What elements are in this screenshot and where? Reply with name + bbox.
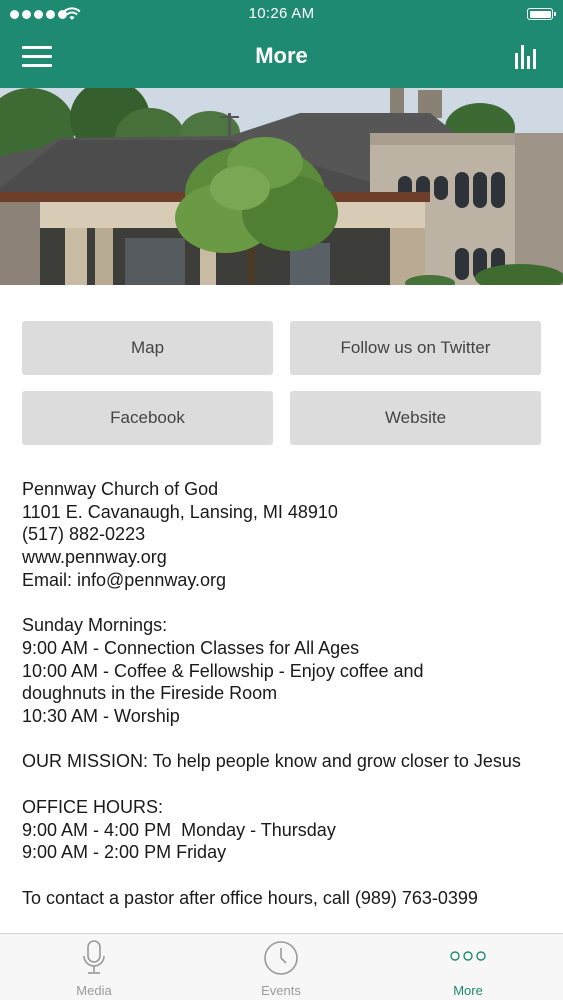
office-hours-heading: OFFICE HOURS: <box>22 796 164 817</box>
tab-events[interactable]: Events <box>211 934 351 1000</box>
office-hours-item: 9:00 AM - 4:00 PM Monday - Thursday <box>22 819 336 840</box>
tab-label: Media <box>76 983 112 998</box>
tab-label: More <box>453 983 483 998</box>
battery-icon <box>527 8 556 20</box>
facebook-button[interactable]: Facebook <box>22 391 273 445</box>
sunday-heading: Sunday Mornings: <box>22 615 168 636</box>
church-website: www.pennway.org <box>22 547 167 568</box>
app-header: 10:26 AM More <box>0 0 563 88</box>
page-title: More <box>255 43 308 68</box>
church-address: 1101 E. Cavanaugh, Lansing, MI 48910 <box>22 501 338 522</box>
church-building-photo <box>0 88 563 285</box>
map-button[interactable]: Map <box>22 321 273 375</box>
sunday-item: 9:00 AM - Connection Classes for All Age… <box>22 637 360 658</box>
office-hours-item: 9:00 AM - 2:00 PM Friday <box>22 842 227 863</box>
tab-media[interactable]: Media <box>24 934 164 1000</box>
status-bar: 10:26 AM <box>0 0 563 30</box>
bar-chart-icon[interactable] <box>513 43 541 71</box>
tab-label: Events <box>261 983 301 998</box>
sunday-item: 10:30 AM - Worship <box>22 706 180 727</box>
church-name: Pennway Church of God <box>22 479 219 499</box>
microphone-icon <box>83 940 105 974</box>
pastor-contact: To contact a pastor after office hours, … <box>22 887 478 908</box>
church-email: Email: info@pennway.org <box>22 569 227 590</box>
twitter-button[interactable]: Follow us on Twitter <box>290 321 541 375</box>
church-info: Pennway Church of God 1101 E. Cavanaugh,… <box>22 478 552 909</box>
more-dots-icon <box>450 951 486 961</box>
hamburger-menu-icon[interactable] <box>22 46 52 68</box>
tab-bar: Media Events More <box>0 933 563 1000</box>
status-time: 10:26 AM <box>248 5 315 22</box>
church-phone: (517) 882-0223 <box>22 524 146 545</box>
clock-icon <box>264 941 298 975</box>
sunday-item: 10:00 AM - Coffee & Fellowship - Enjoy c… <box>22 660 424 704</box>
tab-more[interactable]: More <box>398 934 538 1000</box>
website-button[interactable]: Website <box>290 391 541 445</box>
nav-bar: More <box>0 30 563 88</box>
mission-statement: OUR MISSION: To help people know and gro… <box>22 751 521 772</box>
